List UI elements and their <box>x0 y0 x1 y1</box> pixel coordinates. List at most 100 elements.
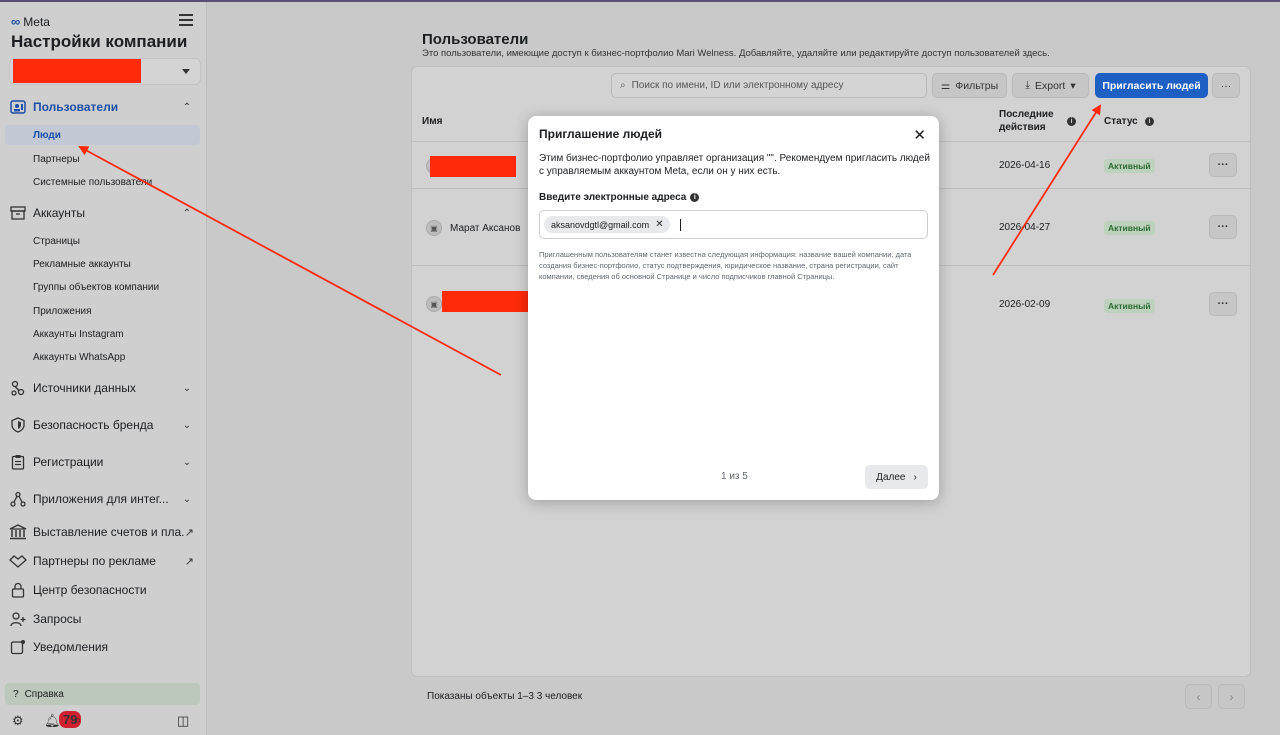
sidebar-section-integrations[interactable]: Приложения для интег... ⌄ <box>9 488 194 510</box>
sidebar-section-label: Запросы <box>33 612 82 626</box>
sidebar-item-whatsapp[interactable]: Аккаунты WhatsApp <box>33 352 125 363</box>
redacted-company-name <box>13 59 141 83</box>
sidebar-section-registrations[interactable]: Регистрации ⌄ <box>9 451 194 473</box>
accounts-icon <box>9 204 27 222</box>
info-icon[interactable]: i <box>690 193 700 202</box>
sidebar-section-accounts[interactable]: Аккаунты ⌃ <box>9 202 194 224</box>
search-icon: ⌕ <box>620 80 626 91</box>
business-portfolio-select[interactable] <box>9 58 201 85</box>
prev-page-button[interactable]: ‹ <box>1185 684 1212 709</box>
invite-people-dialog: Приглашение людей ✕ Этим бизнес-портфоли… <box>528 116 939 500</box>
email-field-label: Введите электронные адреса i <box>539 192 700 203</box>
close-icon[interactable]: ✕ <box>913 126 926 144</box>
integrations-icon <box>9 490 27 508</box>
sidebar-section-billing[interactable]: Выставление счетов и пла... ↗ <box>9 521 194 543</box>
search-icon[interactable]: ⌕ <box>74 712 81 728</box>
email-label-text: Введите электронные адреса <box>539 192 687 203</box>
chevron-up-icon: ⌃ <box>182 101 192 113</box>
sidebar-section-ad-partners[interactable]: Партнеры по рекламе ↗ <box>9 550 194 572</box>
row-more-button[interactable]: ··· <box>1209 292 1237 316</box>
chevron-down-icon: ⌄ <box>182 382 192 394</box>
caret-down-icon: ▾ <box>1070 79 1076 92</box>
next-page-button[interactable]: › <box>1218 684 1245 709</box>
sidebar-section-label: Безопасность бренда <box>33 418 154 432</box>
help-button[interactable]: ? Справка <box>5 683 200 705</box>
last-action-date: 2026-04-16 <box>999 160 1051 171</box>
users-icon <box>9 98 27 116</box>
sidebar-section-security-center[interactable]: Центр безопасности <box>9 579 194 601</box>
user-name: Марат Аксанов <box>450 222 521 234</box>
sidebar-section-label: Центр безопасности <box>33 583 147 597</box>
sidebar-item-partners[interactable]: Партнеры <box>33 154 80 165</box>
next-button[interactable]: Далее › <box>865 465 928 489</box>
sidebar-section-notifications[interactable]: Уведомления <box>9 636 194 658</box>
email-chip: aksanovdgtl@gmail.com ✕ <box>544 216 670 233</box>
email-chip-label: aksanovdgtl@gmail.com <box>551 219 650 230</box>
meta-infinity-icon: ∞ <box>11 14 21 29</box>
status-badge: Активный <box>1104 159 1155 173</box>
column-header-last-actions[interactable]: Последние действия <box>999 108 1063 134</box>
sidebar-section-label: Выставление счетов и пла... <box>33 525 185 539</box>
row-more-button[interactable]: ··· <box>1209 215 1237 239</box>
lock-icon <box>9 581 27 599</box>
redacted-user-name <box>430 156 516 177</box>
help-label: Справка <box>24 688 64 700</box>
menu-icon[interactable] <box>179 14 193 26</box>
filters-button[interactable]: ⚌ Фильтры <box>932 73 1007 98</box>
sidebar-item-apps[interactable]: Приложения <box>33 306 92 317</box>
question-icon: ? <box>13 688 19 700</box>
row-more-button[interactable]: ··· <box>1209 153 1237 177</box>
next-label: Далее <box>876 471 906 483</box>
email-input[interactable]: aksanovdgtl@gmail.com ✕ <box>539 210 928 239</box>
filters-label: Фильтры <box>955 79 999 92</box>
info-icon[interactable]: i <box>1145 117 1154 126</box>
search-input[interactable]: ⌕ Поиск по имени, ID или электронному ад… <box>611 73 927 98</box>
bank-icon <box>9 523 27 541</box>
sidebar-item-instagram[interactable]: Аккаунты Instagram <box>33 329 124 340</box>
export-button[interactable]: ⤓ Export ▾ <box>1012 73 1089 98</box>
avatar: ▣ <box>426 296 442 312</box>
remove-chip-icon[interactable]: ✕ <box>655 219 663 230</box>
panel-toggle-icon[interactable]: ◫ <box>177 713 189 729</box>
search-placeholder: Поиск по имени, ID или электронному адре… <box>631 80 844 91</box>
sidebar-section-data-sources[interactable]: Источники данных ⌄ <box>9 377 194 399</box>
column-header-status[interactable]: Статус <box>1104 116 1138 127</box>
sidebar-item-asset-groups[interactable]: Группы объектов компании <box>33 282 159 293</box>
sliders-icon: ⚌ <box>940 79 951 92</box>
sidebar-section-label: Регистрации <box>33 455 104 469</box>
invite-people-button[interactable]: Пригласить людей <box>1095 73 1208 98</box>
sidebar-section-label: Пользователи <box>33 100 119 114</box>
shield-icon <box>9 416 27 434</box>
sidebar-section-users[interactable]: Пользователи ⌃ <box>9 96 194 118</box>
page-title: Пользователи <box>422 31 529 48</box>
chevron-down-icon: ⌄ <box>182 419 192 431</box>
page-subtitle: Это пользователи, имеющие доступ к бизне… <box>422 48 1050 59</box>
dialog-title: Приглашение людей <box>539 127 663 141</box>
user-cell: ▣ <box>426 296 442 312</box>
chevron-up-icon: ⌃ <box>182 207 192 219</box>
info-icon[interactable]: i <box>1067 117 1076 126</box>
meta-logo[interactable]: ∞ Meta <box>11 14 50 29</box>
brand-label: Meta <box>23 14 50 29</box>
download-icon: ⤓ <box>1025 79 1030 91</box>
sidebar-item-ad-accounts[interactable]: Рекламные аккаунты <box>33 259 131 270</box>
sidebar-section-brand-safety[interactable]: Безопасность бренда ⌄ <box>9 414 194 436</box>
handshake-icon <box>9 552 27 570</box>
sidebar-item-pages[interactable]: Страницы <box>33 236 80 247</box>
chevron-down-icon: ⌄ <box>182 493 192 505</box>
sidebar-item-system-users[interactable]: Системные пользователи <box>33 177 152 188</box>
sidebar-section-requests[interactable]: Запросы <box>9 608 194 630</box>
gear-icon[interactable]: ⚙ <box>12 713 24 729</box>
column-header-name[interactable]: Имя <box>422 116 442 127</box>
status-badge: Активный <box>1104 221 1155 235</box>
avatar: ▣ <box>426 220 442 236</box>
page-title-settings: Настройки компании <box>11 32 188 51</box>
pagination-summary: Показаны объекты 1–3 3 человек <box>427 691 583 702</box>
more-options-button[interactable]: ··· <box>1212 73 1240 98</box>
privacy-note: Приглашенным пользователям станет извест… <box>539 250 912 281</box>
export-label: Export <box>1035 79 1066 92</box>
sidebar-section-label: Источники данных <box>33 381 136 395</box>
step-indicator: 1 из 5 <box>721 471 748 482</box>
sidebar-item-people[interactable]: Люди <box>33 130 61 141</box>
sidebar-bottom-toolbar: ⚙ 🔔︎ 79 ⌕ ◫ <box>12 711 194 732</box>
